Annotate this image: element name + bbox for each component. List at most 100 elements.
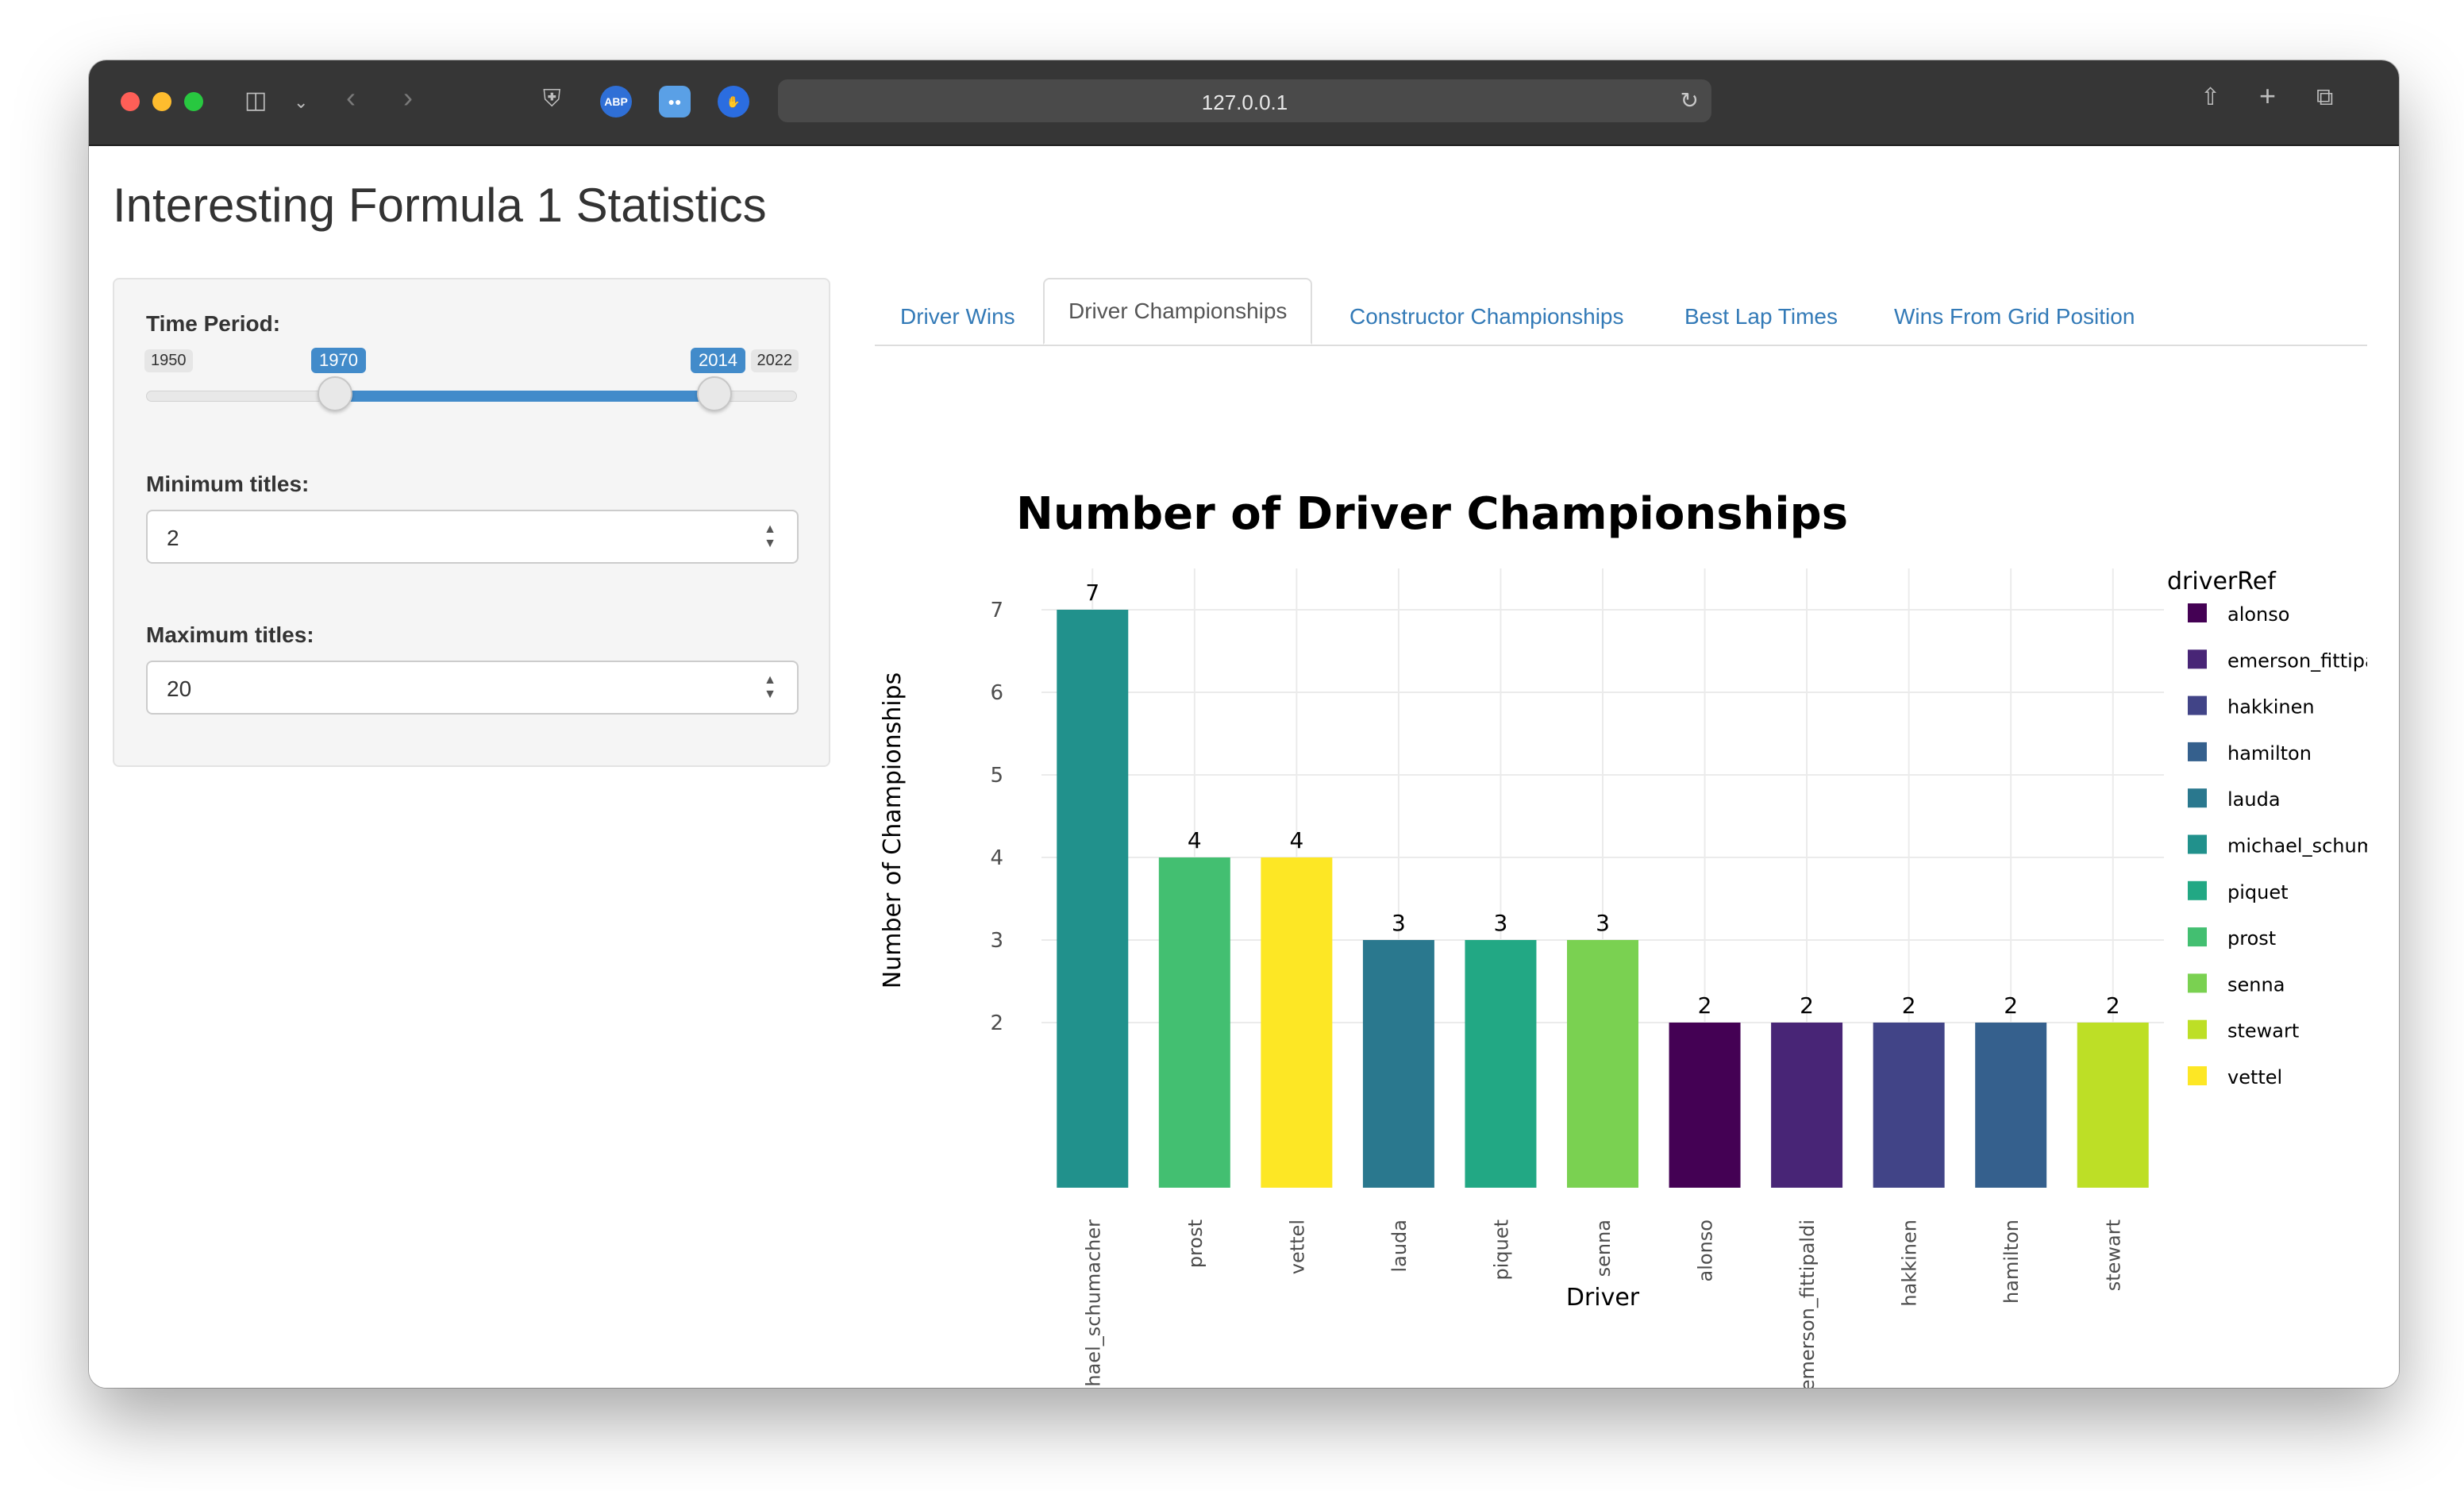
max-titles-label: Maximum titles: xyxy=(146,622,314,647)
min-titles-input[interactable]: 2 ▲ ▼ xyxy=(146,510,799,564)
legend-label-alonso: alonso xyxy=(2227,603,2289,626)
tab-best-lap-times[interactable]: Best Lap Times xyxy=(1684,292,1838,341)
legend-label-michael_schumacher: michael_schumacher xyxy=(2227,835,2367,857)
new-tab-icon[interactable]: + xyxy=(2259,82,2276,110)
minimize-window-button[interactable] xyxy=(152,92,171,111)
data-label-alonso: 2 xyxy=(1698,992,1712,1019)
share-icon[interactable]: ⇧ xyxy=(2200,86,2220,110)
x-tick-label-hakkinen: hakkinen xyxy=(1899,1219,1921,1307)
tab-driver-wins[interactable]: Driver Wins xyxy=(900,292,1015,341)
page-title: Interesting Formula 1 Statistics xyxy=(113,179,767,232)
browser-toolbar: ◫ ⌄ ‹ › ⛨ ABP ●● ✋ 127.0.0.1 ↻ ⇧ + ⧉ xyxy=(89,60,2399,146)
legend-label-piquet: piquet xyxy=(2227,881,2289,903)
hand-extension-icon[interactable]: ✋ xyxy=(718,86,749,118)
forward-icon[interactable]: › xyxy=(403,83,413,112)
x-tick-label-emerson_fittipaldi: emerson_fittipaldi xyxy=(1796,1219,1819,1388)
browser-window: ◫ ⌄ ‹ › ⛨ ABP ●● ✋ 127.0.0.1 ↻ ⇧ + ⧉ Int… xyxy=(89,60,2399,1388)
data-label-hamilton: 2 xyxy=(2004,992,2018,1019)
shield-icon[interactable]: ⛨ xyxy=(543,87,561,111)
legend-swatch-stewart xyxy=(2188,1019,2207,1039)
legend-swatch-piquet xyxy=(2188,880,2207,900)
data-label-emerson_fittipaldi: 2 xyxy=(1800,992,1814,1019)
tab-constructor-championships[interactable]: Constructor Championships xyxy=(1349,292,1624,341)
tab-bar: Driver Wins Driver Championships Constru… xyxy=(875,278,2367,346)
legend-swatch-alonso xyxy=(2188,603,2207,622)
legend-label-emerson_fittipaldi: emerson_fittipaldi xyxy=(2227,649,2367,672)
championships-bar-chart: Number of Driver Championships 2 3 4 5 6 7 7 mic… xyxy=(879,488,2367,1388)
x-tick-label-hamilton: hamilton xyxy=(2000,1219,2023,1304)
x-tick-label-stewart: stewart xyxy=(2103,1219,2125,1291)
y-tick-label: 2 xyxy=(990,1011,1003,1035)
x-tick-label-piquet: piquet xyxy=(1490,1219,1512,1281)
legend-swatch-vettel xyxy=(2188,1066,2207,1085)
tab-driver-championships[interactable]: Driver Championships xyxy=(1043,278,1313,345)
max-titles-value: 20 xyxy=(167,676,192,701)
x-tick-label-alonso: alonso xyxy=(1695,1219,1717,1281)
x-axis-label: Driver xyxy=(1566,1284,1640,1312)
y-axis-label: Number of Championships xyxy=(879,672,907,988)
adblock-extension-icon[interactable]: ABP xyxy=(600,86,632,118)
legend-label-prost: prost xyxy=(2227,927,2276,950)
data-label-vettel: 4 xyxy=(1289,827,1303,853)
back-icon[interactable]: ‹ xyxy=(346,83,356,112)
time-period-label: Time Period: xyxy=(146,311,281,336)
chevron-down-icon[interactable]: ⌄ xyxy=(294,91,308,114)
legend-label-hakkinen: hakkinen xyxy=(2227,696,2315,719)
y-tick-label: 4 xyxy=(990,846,1003,870)
min-titles-stepper[interactable]: ▲ ▼ xyxy=(764,522,776,551)
bar-hakkinen xyxy=(1873,1023,1945,1188)
slider-from-badge: 1970 xyxy=(311,348,366,373)
data-label-michael_schumacher: 7 xyxy=(1085,580,1099,606)
x-tick-label-prost: prost xyxy=(1184,1219,1207,1268)
x-tick-label-lauda: lauda xyxy=(1388,1219,1411,1273)
legend-swatch-prost xyxy=(2188,927,2207,947)
bar-hamilton xyxy=(1975,1023,2047,1188)
bar-michael_schumacher xyxy=(1057,610,1129,1188)
close-window-button[interactable] xyxy=(121,92,140,111)
slider-handle-from[interactable] xyxy=(318,376,352,411)
data-label-stewart: 2 xyxy=(2106,992,2120,1019)
bar-senna xyxy=(1567,940,1638,1188)
legend-swatch-emerson_fittipaldi xyxy=(2188,649,2207,669)
slider-min-label: 1950 xyxy=(144,349,193,372)
x-tick-label-senna: senna xyxy=(1592,1219,1615,1277)
zoom-window-button[interactable] xyxy=(184,92,203,111)
sidebar-panel: Time Period: 1950 2022 1970 2014 Minimum… xyxy=(113,278,830,767)
max-titles-stepper[interactable]: ▲ ▼ xyxy=(764,673,776,702)
reload-icon[interactable]: ↻ xyxy=(1681,87,1699,114)
legend-label-lauda: lauda xyxy=(2227,788,2281,811)
address-bar[interactable]: 127.0.0.1 ↻ xyxy=(778,79,1711,122)
max-titles-input[interactable]: 20 ▲ ▼ xyxy=(146,661,799,715)
bar-piquet xyxy=(1465,940,1537,1188)
y-tick-label: 5 xyxy=(990,764,1003,788)
data-label-lauda: 3 xyxy=(1392,910,1406,936)
legend-swatch-lauda xyxy=(2188,788,2207,808)
y-tick-label: 7 xyxy=(990,599,1003,622)
bar-lauda xyxy=(1362,940,1434,1188)
legend-label-senna: senna xyxy=(2227,973,2285,996)
legend-title: driverRef xyxy=(2167,568,2277,595)
slider-handle-to[interactable] xyxy=(697,376,732,411)
slider-max-label: 2022 xyxy=(750,349,799,372)
x-tick-label-michael_schumacher: michael_schumacher xyxy=(1082,1219,1104,1388)
chart-title: Number of Driver Championships xyxy=(1016,488,1848,540)
url-text: 127.0.0.1 xyxy=(1201,91,1288,114)
y-tick-label: 3 xyxy=(990,929,1003,953)
data-label-piquet: 3 xyxy=(1494,910,1508,936)
x-tick-label-vettel: vettel xyxy=(1286,1219,1308,1274)
tab-wins-from-grid-position[interactable]: Wins From Grid Position xyxy=(1894,292,2135,341)
tab-overview-icon[interactable]: ⧉ xyxy=(2316,86,2333,110)
bar-alonso xyxy=(1669,1023,1741,1188)
extension-icon[interactable]: ●● xyxy=(659,86,691,118)
min-titles-label: Minimum titles: xyxy=(146,472,310,496)
legend-swatch-hamilton xyxy=(2188,742,2207,761)
legend-label-stewart: stewart xyxy=(2227,1020,2299,1042)
sidebar-toggle-icon[interactable]: ◫ xyxy=(244,89,267,113)
data-label-hakkinen: 2 xyxy=(1902,992,1916,1019)
legend-swatch-hakkinen xyxy=(2188,695,2207,715)
data-label-prost: 4 xyxy=(1188,827,1202,853)
slider-selected-range xyxy=(335,391,714,402)
data-label-senna: 3 xyxy=(1596,910,1610,936)
bar-vettel xyxy=(1261,857,1333,1188)
bar-prost xyxy=(1158,857,1230,1188)
